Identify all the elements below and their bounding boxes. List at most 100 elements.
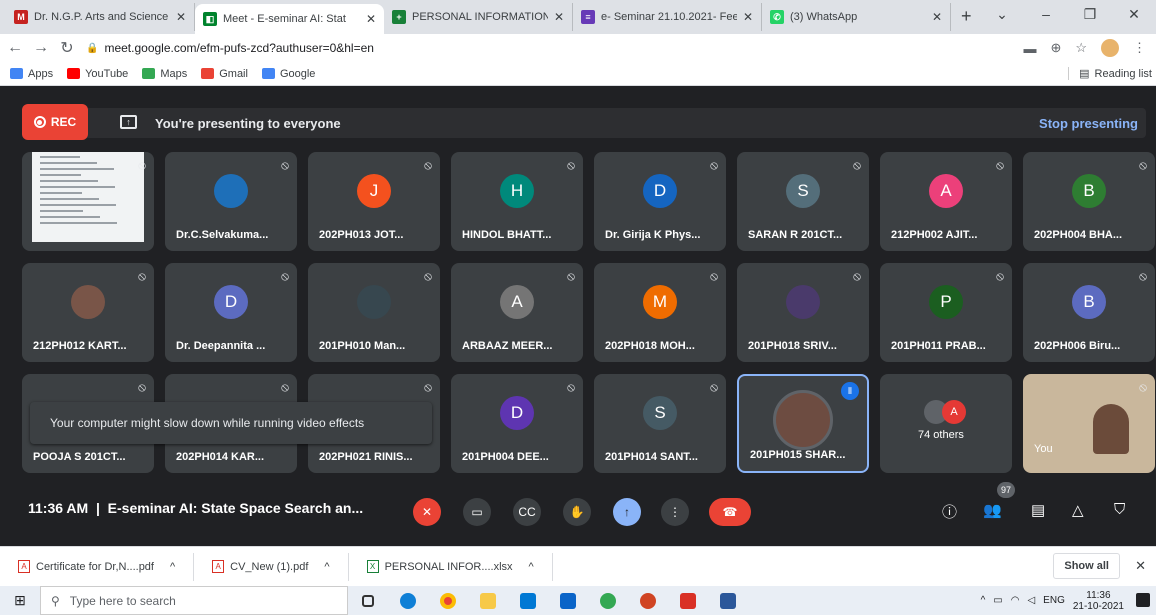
camera-icon[interactable]: ▬ xyxy=(1023,41,1036,56)
chevron-down-icon[interactable]: ⌄ xyxy=(980,0,1024,28)
participant-tile[interactable]: 212PH012 KART... ⦸ xyxy=(22,263,154,362)
reading-list-button[interactable]: ▤ Reading list xyxy=(1068,67,1152,80)
close-downloads-icon[interactable]: ✕ xyxy=(1135,558,1146,574)
back-button[interactable]: ← xyxy=(4,39,26,57)
camera-button[interactable]: ▭ xyxy=(463,498,491,526)
participant-tile[interactable]: 201PH010 Man... ⦸ xyxy=(308,263,440,362)
participant-tile[interactable]: B 202PH004 BHA... ⦸ xyxy=(1023,152,1155,251)
close-window-button[interactable]: ✕ xyxy=(1112,0,1156,28)
store-icon[interactable] xyxy=(508,586,548,615)
captions-button[interactable]: CC xyxy=(513,498,541,526)
wifi-icon[interactable]: ◠ xyxy=(1011,595,1020,606)
url-field[interactable]: 🔒 meet.google.com/efm-pufs-zcd?authuser=… xyxy=(86,36,1023,60)
download-item[interactable]: X PERSONAL INFOR....xlsx ^ xyxy=(349,552,553,581)
bookmark-1[interactable]: YouTube xyxy=(67,68,128,80)
participant-tile[interactable]: ⦸ xyxy=(22,152,154,251)
participant-tile[interactable]: P 201PH011 PRAB... ⦸ xyxy=(880,263,1012,362)
stop-presenting-button[interactable]: Stop presenting xyxy=(1039,116,1138,131)
show-all-downloads-button[interactable]: Show all xyxy=(1053,553,1120,579)
more-options-button[interactable]: ⋮ xyxy=(661,498,689,526)
mic-muted-icon: ⦸ xyxy=(567,269,575,283)
participant-tile[interactable]: D Dr. Girija K Phys... ⦸ xyxy=(594,152,726,251)
downloads-bar: A Certificate for Dr,N....pdf ^ A CV_New (1)… xyxy=(0,546,1156,586)
chevron-up-icon[interactable]: ^ xyxy=(324,561,329,573)
reload-button[interactable]: ↻ xyxy=(56,38,78,58)
participant-tile[interactable]: S 201PH014 SANT... ⦸ xyxy=(594,374,726,473)
avatar: J xyxy=(357,174,391,208)
bookmark-0[interactable]: Apps xyxy=(10,68,53,80)
meeting-controls-bar: 11:36 AM | E-seminar AI: State Space Sea… xyxy=(0,472,1156,546)
bookmark-3[interactable]: Gmail xyxy=(201,68,248,80)
recording-indicator[interactable]: REC xyxy=(22,104,88,140)
participant-tile[interactable]: 201PH015 SHAR... ⦀ xyxy=(737,374,869,473)
acrobat-icon[interactable] xyxy=(668,586,708,615)
participant-tile[interactable]: S SARAN R 201CT... ⦸ xyxy=(737,152,869,251)
tab-0[interactable]: M Dr. N.G.P. Arts and Science C ✕ xyxy=(6,3,195,31)
mail-icon[interactable] xyxy=(548,586,588,615)
tab-3[interactable]: ≡ e- Seminar 21.10.2021- Feed ✕ xyxy=(573,3,762,31)
activities-icon[interactable]: △ xyxy=(1072,501,1084,519)
participant-tile[interactable]: A 74 others xyxy=(880,374,1012,473)
participant-tile[interactable]: 201PH018 SRIV... ⦸ xyxy=(737,263,869,362)
leave-call-button[interactable]: ☎ xyxy=(709,498,751,526)
meeting-time: 11:36 AM xyxy=(28,500,89,516)
volume-icon[interactable]: ◁ xyxy=(1027,595,1035,606)
participant-tile[interactable]: A 212PH002 AJIT... ⦸ xyxy=(880,152,1012,251)
chat-icon[interactable]: ▤ xyxy=(1031,501,1045,519)
participant-tile[interactable]: M 202PH018 MOH... ⦸ xyxy=(594,263,726,362)
host-controls-icon[interactable]: ⛉ xyxy=(1114,501,1125,518)
chrome-app-icon[interactable] xyxy=(588,586,628,615)
forward-button[interactable]: → xyxy=(30,39,52,57)
participant-tile[interactable]: D 201PH004 DEE... ⦸ xyxy=(451,374,583,473)
word-icon[interactable] xyxy=(708,586,748,615)
powerpoint-icon[interactable] xyxy=(628,586,668,615)
mic-off-button[interactable]: ✕ xyxy=(413,498,441,526)
bookmark-star-icon[interactable]: ☆ xyxy=(1075,40,1087,56)
participant-tile[interactable]: H HINDOL BHATT... ⦸ xyxy=(451,152,583,251)
notification-icon[interactable] xyxy=(1136,593,1150,607)
profile-avatar[interactable] xyxy=(1101,39,1119,57)
taskbar-search[interactable]: ⚲ Type here to search xyxy=(40,586,348,615)
participant-tile[interactable]: J 202PH013 JOT... ⦸ xyxy=(308,152,440,251)
participant-tile[interactable]: D Dr. Deepannita ... ⦸ xyxy=(165,263,297,362)
people-icon[interactable]: 👥 xyxy=(983,501,1002,519)
restore-button[interactable]: ❐ xyxy=(1068,0,1112,28)
participant-tile[interactable]: B 202PH006 Biru... ⦸ xyxy=(1023,263,1155,362)
participant-tile[interactable]: Dr.C.Selvakuma... ⦸ xyxy=(165,152,297,251)
present-button[interactable]: ↑ xyxy=(613,498,641,526)
info-icon[interactable]: ⓘ xyxy=(942,501,957,522)
bookmark-2[interactable]: Maps xyxy=(142,68,187,80)
new-tab-button[interactable]: + xyxy=(951,6,982,27)
participant-tile[interactable]: A ARBAAZ MEER... ⦸ xyxy=(451,263,583,362)
chrome-icon[interactable] xyxy=(428,586,468,615)
edge-icon[interactable] xyxy=(388,586,428,615)
chevron-up-icon[interactable]: ^ xyxy=(529,561,534,573)
participant-name: 201PH011 PRAB... xyxy=(891,340,986,352)
participant-name: You xyxy=(1034,443,1053,455)
tab-close-icon[interactable]: ✕ xyxy=(366,12,376,26)
tab-close-icon[interactable]: ✕ xyxy=(932,10,942,24)
file-explorer-icon[interactable] xyxy=(468,586,508,615)
raise-hand-button[interactable]: ✋ xyxy=(563,498,591,526)
tab-close-icon[interactable]: ✕ xyxy=(554,10,564,24)
chevron-up-icon[interactable]: ^ xyxy=(170,561,175,573)
tab-close-icon[interactable]: ✕ xyxy=(743,10,753,24)
bookmark-4[interactable]: Google xyxy=(261,68,315,80)
participant-tile[interactable]: You ⦸ xyxy=(1023,374,1155,473)
tab-4[interactable]: ✆ (3) WhatsApp ✕ xyxy=(762,3,951,31)
tab-2[interactable]: + PERSONAL INFORMATION - ✕ xyxy=(384,3,573,31)
battery-icon[interactable]: ▭ xyxy=(993,595,1002,606)
clock[interactable]: 11:36 21-10-2021 xyxy=(1073,590,1124,612)
menu-dots-icon[interactable]: ⋮ xyxy=(1133,40,1146,56)
minimize-button[interactable]: – xyxy=(1024,0,1068,28)
tab-close-icon[interactable]: ✕ xyxy=(176,10,186,24)
task-view-icon[interactable] xyxy=(348,586,388,615)
tray-chevron-icon[interactable]: ^ xyxy=(981,595,986,606)
language-indicator[interactable]: ENG xyxy=(1043,595,1065,606)
mic-muted-icon: ⦸ xyxy=(424,269,432,283)
download-item[interactable]: A CV_New (1).pdf ^ xyxy=(194,552,349,581)
windows-start-icon[interactable]: ⊞ xyxy=(0,592,40,609)
zoom-icon[interactable]: ⊕ xyxy=(1050,40,1061,56)
tab-1[interactable]: ◧ Meet - E-seminar AI: Stat ✕ xyxy=(195,4,384,34)
download-item[interactable]: A Certificate for Dr,N....pdf ^ xyxy=(0,552,195,581)
